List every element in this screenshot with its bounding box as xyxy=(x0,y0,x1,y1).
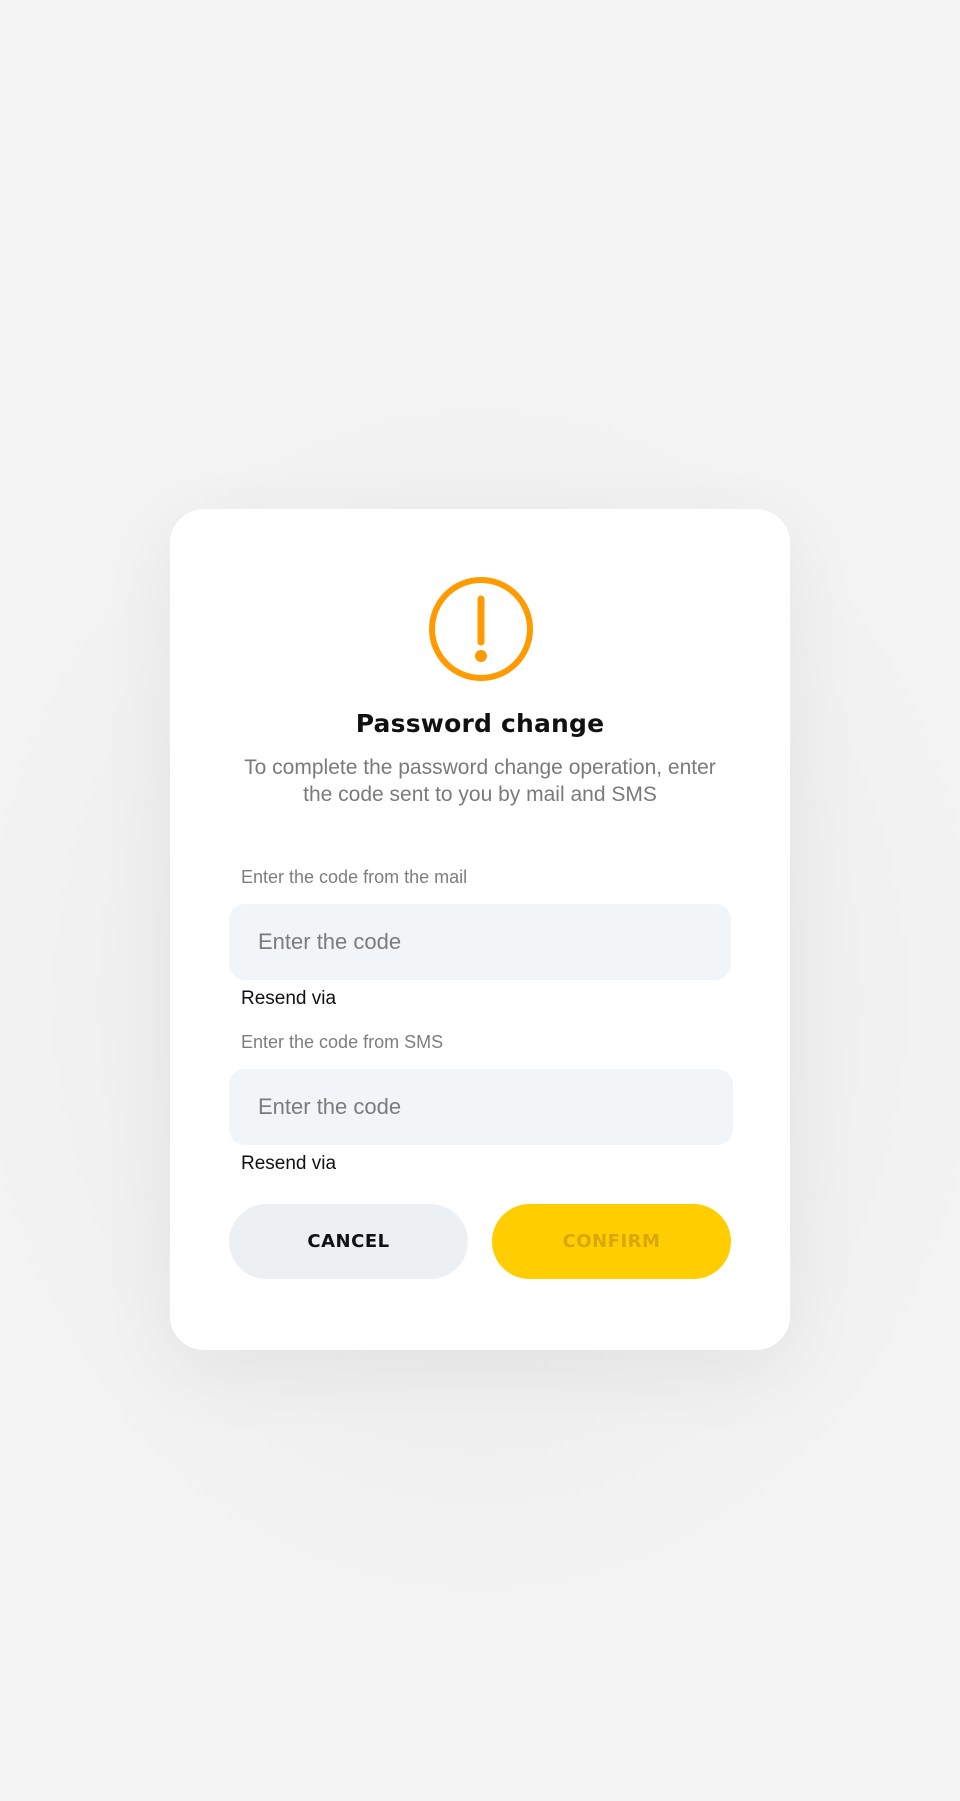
confirm-button[interactable]: CONFIRM xyxy=(492,1204,731,1279)
sms-code-input[interactable] xyxy=(229,1069,733,1145)
cancel-button[interactable]: CANCEL xyxy=(229,1204,468,1279)
password-change-dialog: Password change To complete the password… xyxy=(170,509,790,1350)
dialog-title: Password change xyxy=(355,709,605,738)
mail-resend-link[interactable]: Resend via xyxy=(241,988,336,1010)
sms-resend-link[interactable]: Resend via xyxy=(241,1153,336,1175)
mail-code-label: Enter the code from the mail xyxy=(241,867,468,887)
mail-code-input[interactable] xyxy=(229,904,731,980)
dialog-subtitle: To complete the password change operatio… xyxy=(244,756,716,806)
exclamation-circle-icon xyxy=(429,577,533,681)
sms-code-label: Enter the code from SMS xyxy=(241,1032,444,1052)
